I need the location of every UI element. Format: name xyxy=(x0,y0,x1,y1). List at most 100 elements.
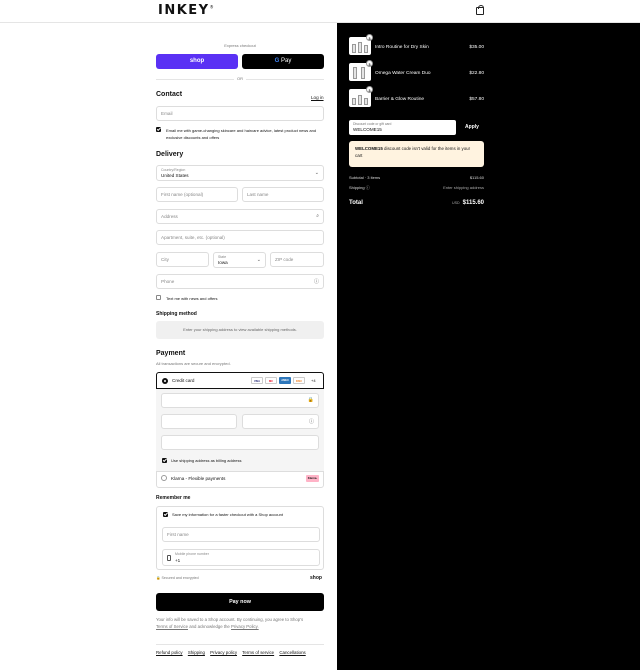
phone-icon xyxy=(167,555,171,561)
terms-of-service-link[interactable]: Terms of service xyxy=(242,650,274,655)
footer-links: Refund policy Shipping Privacy policy Te… xyxy=(156,650,306,655)
google-pay-label: Pay xyxy=(279,58,292,64)
country-value: United States xyxy=(161,173,189,178)
discount-value: WELCOME15 xyxy=(353,127,382,132)
shop-pay-button[interactable]: shop xyxy=(156,54,238,69)
shop-logo: shop xyxy=(310,575,322,581)
product-price: $22.80 xyxy=(469,71,484,76)
secure-text: Secured and encrypted xyxy=(161,576,199,580)
first-name-field[interactable]: First name (optional) xyxy=(156,187,238,202)
or-label: OR xyxy=(234,76,246,81)
help-icon[interactable]: ⓘ xyxy=(309,418,314,425)
security-code-field[interactable]: ⓘ xyxy=(242,414,319,429)
klarna-logo: Klarna. xyxy=(306,475,319,482)
text-offers-checkbox[interactable] xyxy=(156,295,161,300)
product-price: $57.80 xyxy=(469,97,484,102)
quantity-badge: 3 xyxy=(366,34,373,41)
last-name-placeholder: Last name xyxy=(247,192,269,197)
zip-placeholder: ZIP code xyxy=(275,257,294,262)
legal-text: Your info will be saved to a Shop accoun… xyxy=(156,617,324,630)
shipping-label: Shipping ⓘ xyxy=(349,185,370,191)
privacy-link[interactable]: Privacy Policy. xyxy=(231,624,259,629)
remember-me-box: Save my information for a faster checkou… xyxy=(156,506,324,570)
pay-now-button[interactable]: Pay now xyxy=(156,593,324,611)
card-number-field[interactable]: 🔒 xyxy=(161,393,319,408)
zip-field[interactable]: ZIP code xyxy=(270,252,324,267)
newsletter-checkbox[interactable] xyxy=(156,127,161,132)
quantity-badge: 3 xyxy=(366,86,373,93)
alert-code: WELCOME15 xyxy=(355,146,383,151)
store-logo[interactable]: INKEY® xyxy=(158,3,215,18)
shopping-bag-icon[interactable] xyxy=(476,5,484,15)
shipping-link[interactable]: Shipping xyxy=(188,650,205,655)
email-placeholder: Email xyxy=(161,111,173,116)
shop-first-name-placeholder: First name xyxy=(167,532,189,537)
top-header: INKEY® xyxy=(0,0,640,23)
total-label: Total xyxy=(349,200,363,206)
credit-card-label: Credit card xyxy=(172,378,195,383)
subtotal-value: $115.60 xyxy=(469,175,484,180)
shipping-notice: Enter your shipping address to view avai… xyxy=(156,321,324,339)
newsletter-label: Email me with game-changing skincare and… xyxy=(166,128,317,140)
remember-me-heading: Remember me xyxy=(156,495,191,501)
privacy-policy-link[interactable]: Privacy policy xyxy=(210,650,237,655)
terms-link[interactable]: Terms of Service xyxy=(156,624,188,629)
credit-card-option[interactable]: Credit card VISA MC AMEX DISC +4 xyxy=(156,372,324,389)
shop-first-name-field[interactable]: First name xyxy=(162,527,320,542)
refund-policy-link[interactable]: Refund policy xyxy=(156,650,183,655)
phone-field[interactable]: Phone ⓘ xyxy=(156,274,324,289)
billing-same-checkbox[interactable] xyxy=(162,458,167,463)
state-select[interactable]: State Iowa ⌄ xyxy=(213,252,266,268)
discount-code-field[interactable]: Discount code or gift card WELCOME15 xyxy=(349,120,456,135)
footer-divider xyxy=(156,644,324,645)
chevron-down-icon: ⌄ xyxy=(256,257,261,263)
quantity-badge: 3 xyxy=(366,60,373,67)
state-label: State xyxy=(218,255,227,259)
email-field[interactable]: Email xyxy=(156,106,324,121)
secure-label: 🔒 Secured and encrypted xyxy=(156,576,199,580)
total-value: USD $115.60 xyxy=(452,200,484,206)
delivery-heading: Delivery xyxy=(156,151,184,158)
total-amount: $115.60 xyxy=(462,200,484,206)
apartment-field[interactable]: Apartment, suite, etc. (optional) xyxy=(156,230,324,245)
klarna-label[interactable]: Klarna - Flexible payments xyxy=(171,476,225,481)
amex-icon: AMEX xyxy=(279,377,291,384)
legal-text-1: Your info will be saved to a Shop accoun… xyxy=(156,617,304,622)
apply-button[interactable]: Apply xyxy=(460,120,484,135)
chevron-down-icon: ⌄ xyxy=(314,170,319,176)
product-name: Intro Routine for Dry Skin xyxy=(375,45,429,50)
mastercard-icon: MC xyxy=(265,377,277,384)
first-name-placeholder: First name (optional) xyxy=(161,192,204,197)
shipping-value: Enter shipping address xyxy=(443,185,484,190)
cancellations-link[interactable]: Cancellations xyxy=(279,650,305,655)
apartment-placeholder: Apartment, suite, etc. (optional) xyxy=(161,235,225,240)
search-icon: ⌕ xyxy=(316,213,319,219)
country-select[interactable]: Country/Region United States ⌄ xyxy=(156,165,324,181)
help-icon[interactable]: ⓘ xyxy=(366,185,370,190)
card-form: 🔒 ⓘ Use shipping address as billing addr… xyxy=(156,389,324,471)
discover-icon: DISC xyxy=(293,377,305,384)
logo-trademark: ® xyxy=(209,4,216,10)
subtotal-label: Subtotal · 3 items xyxy=(349,175,381,180)
login-link[interactable]: Log in xyxy=(311,95,324,100)
discount-error-alert: WELCOME15 discount code isn't valid for … xyxy=(349,141,484,167)
google-pay-button[interactable]: G Pay xyxy=(242,54,324,69)
product-price: $35.00 xyxy=(469,45,484,50)
mobile-prefix: +1 xyxy=(175,558,181,563)
klarna-radio[interactable] xyxy=(161,475,167,481)
save-info-label: Save my information for a faster checkou… xyxy=(172,512,283,517)
product-name: Barrier & Glow Routine xyxy=(375,97,425,102)
mobile-phone-field[interactable]: Mobile phone number +1 xyxy=(162,549,320,566)
mobile-label: Mobile phone number xyxy=(175,552,209,556)
phone-placeholder: Phone xyxy=(161,279,175,284)
address-field[interactable]: Address ⌕ xyxy=(156,209,324,224)
help-icon[interactable]: ⓘ xyxy=(314,278,319,285)
save-info-checkbox[interactable] xyxy=(163,512,168,517)
country-label: Country/Region xyxy=(161,168,186,172)
expiry-field[interactable] xyxy=(161,414,237,429)
name-on-card-field[interactable] xyxy=(161,435,319,450)
city-field[interactable]: City xyxy=(156,252,209,267)
last-name-field[interactable]: Last name xyxy=(242,187,324,202)
billing-same-label: Use shipping address as billing address xyxy=(171,458,242,463)
payment-heading: Payment xyxy=(156,350,186,357)
